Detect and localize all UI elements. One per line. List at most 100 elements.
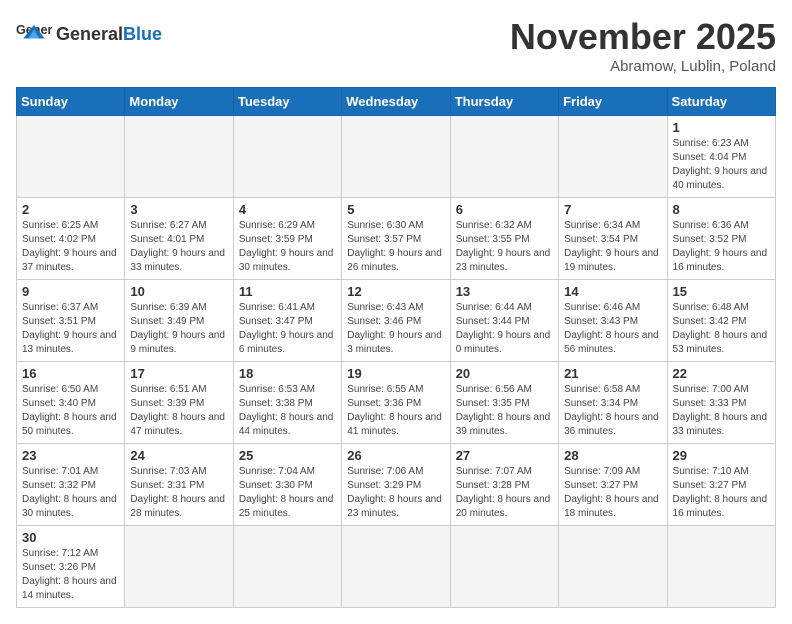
logo: General GeneralBlue [16, 16, 162, 52]
table-row: 22 Sunrise: 7:00 AMSunset: 3:33 PMDayligh… [667, 362, 775, 444]
title-area: November 2025 Abramow, Lublin, Poland [510, 16, 776, 75]
table-row [559, 526, 667, 608]
table-row: 16Sunrise: 6:50 AMSunset: 3:40 PMDayligh… [17, 362, 125, 444]
day-number: 28 [564, 448, 661, 463]
table-row: 4 Sunrise: 6:29 AMSunset: 3:59 PMDaylight… [233, 198, 341, 280]
day-info: Sunrise: 6:23 AMSunset: 4:04 PMDaylight:… [673, 137, 770, 193]
logo-text: GeneralBlue [56, 25, 162, 43]
table-row: 28 Sunrise: 7:09 AMSunset: 3:27 PMDayligh… [559, 444, 667, 526]
day-info: Sunrise: 6:48 AMSunset: 3:42 PMDaylight:… [673, 301, 770, 357]
table-row: 19 Sunrise: 6:55 AMSunset: 3:36 PMDayligh… [342, 362, 450, 444]
day-info: Sunrise: 6:34 AMSunset: 3:54 PMDaylight:… [564, 219, 661, 275]
calendar: Sunday Monday Tuesday Wednesday Thursday… [16, 87, 776, 608]
day-number: 23 [22, 448, 119, 463]
day-number: 11 [239, 284, 336, 299]
day-number: 14 [564, 284, 661, 299]
calendar-week-3: 9Sunrise: 6:37 AMSunset: 3:51 PMDaylight… [17, 280, 776, 362]
day-number: 5 [347, 202, 444, 217]
day-info: Sunrise: 6:29 AMSunset: 3:59 PMDaylight:… [239, 219, 336, 275]
day-number: 22 [673, 366, 770, 381]
day-number: 15 [673, 284, 770, 299]
table-row: 8 Sunrise: 6:36 AMSunset: 3:52 PMDaylight… [667, 198, 775, 280]
table-row: 26 Sunrise: 7:06 AMSunset: 3:29 PMDayligh… [342, 444, 450, 526]
calendar-week-5: 23 Sunrise: 7:01 AMSunset: 3:32 PMDayligh… [17, 444, 776, 526]
day-number: 6 [456, 202, 553, 217]
table-row: 6 Sunrise: 6:32 AMSunset: 3:55 PMDaylight… [450, 198, 558, 280]
table-row: 29 Sunrise: 7:10 AMSunset: 3:27 PMDayligh… [667, 444, 775, 526]
table-row: 25 Sunrise: 7:04 AMSunset: 3:30 PMDayligh… [233, 444, 341, 526]
day-info: Sunrise: 7:03 AMSunset: 3:31 PMDaylight:… [130, 465, 227, 521]
day-info: Sunrise: 6:25 AMSunset: 4:02 PMDaylight:… [22, 219, 119, 275]
calendar-header-row: Sunday Monday Tuesday Wednesday Thursday… [17, 88, 776, 116]
day-info: Sunrise: 6:46 AMSunset: 3:43 PMDaylight:… [564, 301, 661, 357]
table-row: 9Sunrise: 6:37 AMSunset: 3:51 PMDaylight… [17, 280, 125, 362]
table-row: 2 Sunrise: 6:25 AMSunset: 4:02 PMDaylight… [17, 198, 125, 280]
table-row [667, 526, 775, 608]
table-row: 10Sunrise: 6:39 AMSunset: 3:49 PMDayligh… [125, 280, 233, 362]
day-number: 3 [130, 202, 227, 217]
day-number: 12 [347, 284, 444, 299]
day-info: Sunrise: 6:51 AMSunset: 3:39 PMDaylight:… [130, 383, 227, 439]
day-info: Sunrise: 6:55 AMSunset: 3:36 PMDaylight:… [347, 383, 444, 439]
day-info: Sunrise: 7:04 AMSunset: 3:30 PMDaylight:… [239, 465, 336, 521]
day-number: 20 [456, 366, 553, 381]
day-number: 13 [456, 284, 553, 299]
day-info: Sunrise: 7:00 AMSunset: 3:33 PMDaylight:… [673, 383, 770, 439]
day-info: Sunrise: 6:41 AMSunset: 3:47 PMDaylight:… [239, 301, 336, 357]
day-info: Sunrise: 7:12 AMSunset: 3:26 PMDaylight:… [22, 547, 119, 603]
col-sunday: Sunday [17, 88, 125, 116]
day-info: Sunrise: 6:36 AMSunset: 3:52 PMDaylight:… [673, 219, 770, 275]
logo-icon: General [16, 16, 52, 52]
month-title: November 2025 [510, 16, 776, 58]
day-info: Sunrise: 7:07 AMSunset: 3:28 PMDaylight:… [456, 465, 553, 521]
day-info: Sunrise: 6:30 AMSunset: 3:57 PMDaylight:… [347, 219, 444, 275]
table-row: 5 Sunrise: 6:30 AMSunset: 3:57 PMDaylight… [342, 198, 450, 280]
day-number: 30 [22, 530, 119, 545]
table-row: 20 Sunrise: 6:56 AMSunset: 3:35 PMDayligh… [450, 362, 558, 444]
table-row [125, 116, 233, 198]
day-info: Sunrise: 7:06 AMSunset: 3:29 PMDaylight:… [347, 465, 444, 521]
day-info: Sunrise: 6:37 AMSunset: 3:51 PMDaylight:… [22, 301, 119, 357]
day-info: Sunrise: 6:44 AMSunset: 3:44 PMDaylight:… [456, 301, 553, 357]
table-row: 30 Sunrise: 7:12 AMSunset: 3:26 PMDayligh… [17, 526, 125, 608]
col-thursday: Thursday [450, 88, 558, 116]
day-info: Sunrise: 7:10 AMSunset: 3:27 PMDaylight:… [673, 465, 770, 521]
day-info: Sunrise: 6:27 AMSunset: 4:01 PMDaylight:… [130, 219, 227, 275]
page-header: General GeneralBlue November 2025 Abramo… [16, 16, 776, 75]
table-row: 1 Sunrise: 6:23 AMSunset: 4:04 PMDaylight… [667, 116, 775, 198]
day-info: Sunrise: 6:32 AMSunset: 3:55 PMDaylight:… [456, 219, 553, 275]
day-number: 19 [347, 366, 444, 381]
table-row: 18Sunrise: 6:53 AMSunset: 3:38 PMDayligh… [233, 362, 341, 444]
day-info: Sunrise: 6:56 AMSunset: 3:35 PMDaylight:… [456, 383, 553, 439]
table-row [342, 526, 450, 608]
table-row: 11 Sunrise: 6:41 AMSunset: 3:47 PMDayligh… [233, 280, 341, 362]
day-number: 2 [22, 202, 119, 217]
calendar-week-2: 2 Sunrise: 6:25 AMSunset: 4:02 PMDaylight… [17, 198, 776, 280]
day-info: Sunrise: 7:09 AMSunset: 3:27 PMDaylight:… [564, 465, 661, 521]
day-number: 25 [239, 448, 336, 463]
table-row: 24Sunrise: 7:03 AMSunset: 3:31 PMDayligh… [125, 444, 233, 526]
day-info: Sunrise: 6:43 AMSunset: 3:46 PMDaylight:… [347, 301, 444, 357]
day-number: 4 [239, 202, 336, 217]
day-number: 27 [456, 448, 553, 463]
day-info: Sunrise: 6:39 AMSunset: 3:49 PMDaylight:… [130, 301, 227, 357]
day-number: 18 [239, 366, 336, 381]
day-info: Sunrise: 7:01 AMSunset: 3:32 PMDaylight:… [22, 465, 119, 521]
table-row [450, 116, 558, 198]
col-saturday: Saturday [667, 88, 775, 116]
table-row: 17 Sunrise: 6:51 AMSunset: 3:39 PMDayligh… [125, 362, 233, 444]
day-number: 29 [673, 448, 770, 463]
table-row: 15 Sunrise: 6:48 AMSunset: 3:42 PMDayligh… [667, 280, 775, 362]
calendar-week-4: 16Sunrise: 6:50 AMSunset: 3:40 PMDayligh… [17, 362, 776, 444]
table-row: 27 Sunrise: 7:07 AMSunset: 3:28 PMDayligh… [450, 444, 558, 526]
table-row [559, 116, 667, 198]
day-number: 7 [564, 202, 661, 217]
day-number: 26 [347, 448, 444, 463]
col-friday: Friday [559, 88, 667, 116]
day-number: 17 [130, 366, 227, 381]
table-row [450, 526, 558, 608]
table-row [233, 116, 341, 198]
day-number: 8 [673, 202, 770, 217]
day-number: 1 [673, 120, 770, 135]
day-info: Sunrise: 6:58 AMSunset: 3:34 PMDaylight:… [564, 383, 661, 439]
